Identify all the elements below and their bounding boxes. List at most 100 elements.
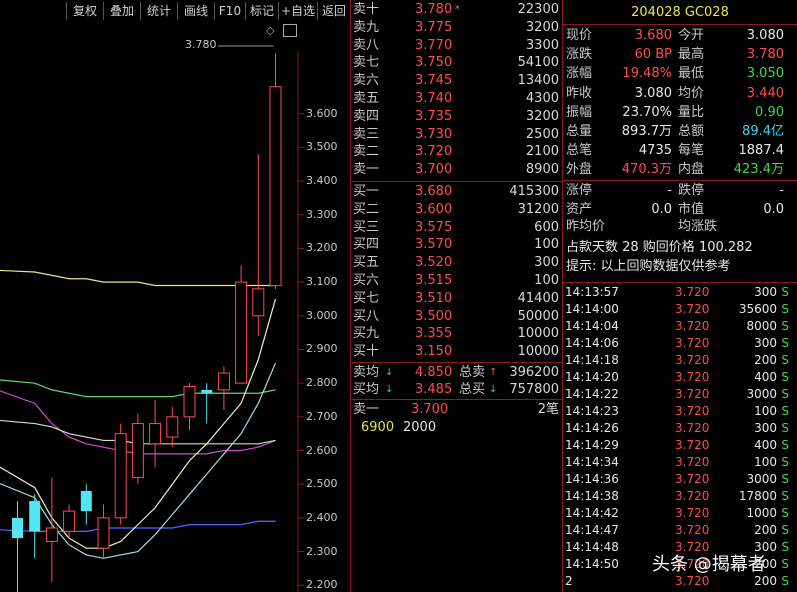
candle-body bbox=[252, 288, 265, 317]
window-icon[interactable] bbox=[283, 24, 297, 37]
toolbar-fuquan-button[interactable]: 复权 bbox=[66, 2, 103, 20]
level-volume: 600 bbox=[534, 219, 559, 235]
ask-level[interactable]: 卖十 3.780 * 22300 bbox=[351, 1, 561, 18]
quote-value: 423.4万 bbox=[733, 162, 784, 178]
ask-level[interactable]: 卖九 3.775 3200 bbox=[351, 19, 561, 36]
moving-average-line bbox=[0, 520, 276, 532]
tick-side: S bbox=[781, 387, 789, 401]
tick-time: 14:14:47 bbox=[565, 523, 619, 537]
toolbar-draw-button[interactable]: 画线 bbox=[177, 2, 214, 20]
level-label: 买六 bbox=[353, 273, 380, 288]
ask-level[interactable]: 卖五 3.740 4300 bbox=[351, 90, 561, 107]
tick-time: 14:14:34 bbox=[565, 455, 619, 469]
y-tick-label: 2.300 bbox=[306, 544, 338, 558]
level-volume: 50000 bbox=[517, 308, 559, 324]
toolbar-mark-button[interactable]: 标记 bbox=[245, 2, 278, 20]
ask-level[interactable]: 卖一 3.700 8900 bbox=[351, 161, 561, 178]
level-label: 卖一 bbox=[353, 162, 380, 178]
tick-row: 14:14:23 3.720 100 S bbox=[563, 403, 797, 420]
quote-label: 市值 bbox=[678, 202, 705, 217]
bid-level[interactable]: 买八 3.500 50000 bbox=[351, 308, 561, 325]
tick-price: 3.720 bbox=[675, 489, 710, 503]
watermark-text: 头条 @揭幕者 bbox=[652, 554, 766, 575]
quote-label: 内盘 bbox=[678, 162, 705, 178]
ask-avg-price: 4.850 bbox=[415, 365, 453, 380]
ask-level[interactable]: 卖三 3.730 2500 bbox=[351, 126, 561, 143]
security-title: 204028 GC028 bbox=[631, 5, 729, 20]
candle-body bbox=[29, 501, 41, 532]
level-price: 3.520 bbox=[415, 255, 453, 271]
ask-level[interactable]: 卖二 3.720 2100 bbox=[351, 143, 561, 160]
tick-price: 3.720 bbox=[675, 506, 710, 520]
ask-level[interactable]: 卖八 3.770 3300 bbox=[351, 37, 561, 54]
quote-label: 每笔 bbox=[678, 143, 705, 159]
bid-level[interactable]: 买九 3.355 10000 bbox=[351, 325, 561, 342]
quote-value: - bbox=[667, 183, 672, 198]
quote-label: 量比 bbox=[678, 104, 705, 120]
tick-volume: 300 bbox=[754, 421, 777, 435]
total-bid-label: 总买 bbox=[459, 382, 486, 397]
tick-side: S bbox=[781, 370, 789, 384]
ask-level[interactable]: 卖七 3.750 54100 bbox=[351, 54, 561, 71]
level-volume: 13400 bbox=[517, 73, 559, 89]
tick-price: 3.720 bbox=[675, 455, 710, 469]
bid-level[interactable]: 买二 3.600 31200 bbox=[351, 201, 561, 218]
bid-level[interactable]: 买一 3.680 415300 bbox=[351, 183, 561, 200]
quote-label: 资产 bbox=[566, 202, 593, 217]
tick-row: 14:14:06 3.720 300 S bbox=[563, 335, 797, 352]
level-volume: 2100 bbox=[525, 144, 559, 160]
toolbar-f10-button[interactable]: F10 bbox=[214, 2, 245, 20]
bid-level[interactable]: 买十 3.150 10000 bbox=[351, 343, 561, 360]
tick-time: 14:14:48 bbox=[565, 540, 619, 554]
candle-body bbox=[166, 416, 179, 438]
tick-row: 14:14:18 3.720 200 S bbox=[563, 352, 797, 369]
level-volume: 3200 bbox=[525, 108, 559, 124]
toolbar-stats-button[interactable]: 统计 bbox=[140, 2, 177, 20]
kline-chart[interactable]: ◇ 3.780 3.600 3.500 3.400 3.300 3.200 3.100 3.… bbox=[0, 22, 350, 592]
tick-price: 3.720 bbox=[675, 472, 710, 486]
candle-body bbox=[269, 86, 282, 286]
quote-value: 0.0 bbox=[763, 202, 784, 217]
level-label: 卖二 bbox=[353, 144, 380, 160]
tick-time: 14:13:57 bbox=[565, 285, 619, 299]
arrow-down-icon: ↓ bbox=[385, 367, 394, 378]
tick-row: 14:14:42 3.720 1000 S bbox=[563, 505, 797, 522]
level-price: 3.515 bbox=[415, 273, 453, 288]
bid-level[interactable]: 买七 3.510 41400 bbox=[351, 290, 561, 307]
tick-price: 3.720 bbox=[675, 387, 710, 401]
level-label: 卖八 bbox=[353, 37, 380, 53]
bid-average-row: 买均 ↓ 3.485 总买 ↓ 757800 bbox=[351, 381, 561, 398]
tick-time: 14:14:36 bbox=[565, 472, 619, 486]
level-volume: 3200 bbox=[525, 19, 559, 35]
tick-volume: 35600 bbox=[738, 302, 777, 316]
toolbar-back-button[interactable]: 返回 bbox=[317, 2, 350, 20]
candle-body bbox=[217, 372, 230, 391]
candle-body bbox=[80, 490, 92, 512]
quote-label: 均价 bbox=[678, 85, 705, 101]
level-label: 买九 bbox=[353, 326, 380, 342]
quote-label: 今开 bbox=[678, 28, 705, 43]
ask-level[interactable]: 卖四 3.735 3200 bbox=[351, 108, 561, 125]
ask-level[interactable]: 卖六 3.745 13400 bbox=[351, 72, 561, 89]
tick-row: 14:14:34 3.720 100 S bbox=[563, 454, 797, 471]
toolbar-overlay-button[interactable]: 叠加 bbox=[103, 2, 140, 20]
level-label: 买十 bbox=[353, 344, 380, 360]
tick-time: 14:14:20 bbox=[565, 370, 619, 384]
bid-level[interactable]: 买四 3.570 100 bbox=[351, 236, 561, 253]
quote-label: 最低 bbox=[678, 66, 705, 82]
level-price: 3.780 bbox=[415, 2, 453, 17]
tick-time: 14:14:18 bbox=[565, 353, 619, 367]
diamond-icon[interactable]: ◇ bbox=[266, 24, 274, 37]
bid-level[interactable]: 买五 3.520 300 bbox=[351, 254, 561, 271]
tick-volume: 200 bbox=[754, 353, 777, 367]
tick-volume: 17800 bbox=[738, 489, 777, 503]
bid-level[interactable]: 买六 3.515 100 bbox=[351, 272, 561, 289]
level-label: 买二 bbox=[353, 201, 380, 217]
tick-time: 14:14:06 bbox=[565, 336, 619, 350]
level-label: 买一 bbox=[353, 184, 380, 199]
tick-volume: 300 bbox=[754, 336, 777, 350]
bid-avg-price: 3.485 bbox=[415, 382, 453, 397]
toolbar-add-watchlist-button[interactable]: +自选 bbox=[278, 2, 317, 20]
order-queue-row: 6900 2000 bbox=[351, 419, 561, 436]
bid-level[interactable]: 买三 3.575 600 bbox=[351, 219, 561, 236]
